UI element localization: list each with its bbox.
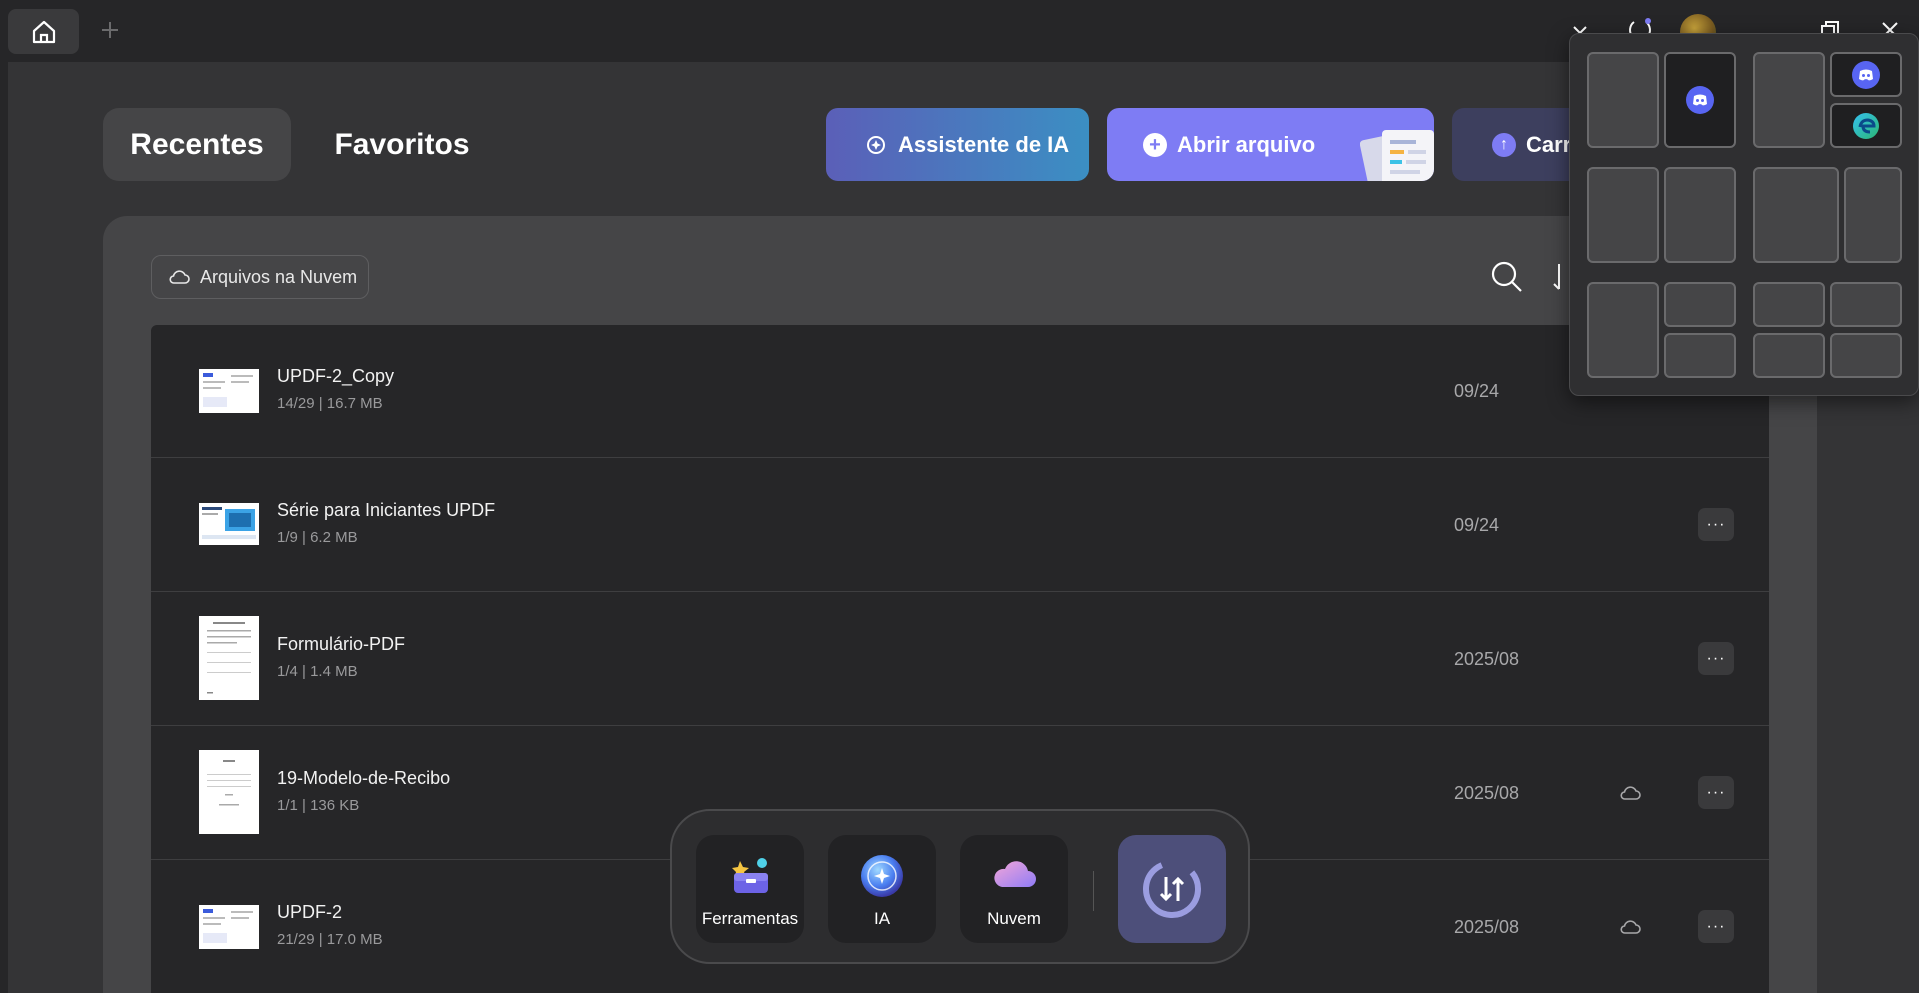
file-date: 09/24: [1454, 515, 1500, 535]
plus-icon: [102, 22, 118, 38]
file-name: UPDF-2_Copy: [277, 366, 395, 386]
file-meta: 1/4 | 1.4 MB: [277, 663, 358, 680]
cloud-icon: [994, 861, 1036, 887]
open-file-label: Abrir arquivo: [1177, 131, 1316, 157]
dock-cloud-button[interactable]: Nuvem: [960, 835, 1068, 943]
file-thumbnail: [199, 616, 259, 700]
file-thumbnail: [199, 503, 259, 545]
file-name: Série para Iniciantes UPDF: [277, 500, 496, 520]
snap-zone[interactable]: [1753, 167, 1839, 263]
edge-icon: [1853, 112, 1879, 139]
file-meta: 1/9 | 6.2 MB: [277, 529, 358, 546]
cloud-files-label: Arquivos na Nuvem: [200, 266, 358, 287]
more-options-button[interactable]: ···: [1698, 910, 1734, 943]
file-row[interactable]: Série para Iniciantes UPDF 1/9 | 6.2 MB …: [151, 459, 1769, 592]
file-meta: 14/29 | 16.7 MB: [277, 395, 383, 412]
dock-convert-button[interactable]: [1118, 835, 1226, 943]
documents-illustration: [1360, 130, 1434, 181]
more-options-button[interactable]: ···: [1698, 508, 1734, 541]
snap-layout-flyout: [1569, 33, 1919, 396]
file-date: 2025/08: [1454, 783, 1520, 803]
snap-zone[interactable]: [1830, 282, 1902, 327]
cloud-files-filter[interactable]: Arquivos na Nuvem: [151, 255, 369, 299]
search-button[interactable]: [1490, 260, 1524, 299]
dock-tools-label: Ferramentas: [701, 909, 799, 928]
snap-zone[interactable]: [1753, 282, 1825, 327]
dock-ai-label: IA: [873, 909, 891, 928]
file-row[interactable]: UPDF-2_Copy 14/29 | 16.7 MB 09/24: [151, 325, 1769, 458]
file-name: Formulário-PDF: [277, 634, 406, 654]
dock-divider: [1093, 871, 1094, 911]
ai-assistant-button[interactable]: Assistente de IA: [826, 108, 1089, 181]
more-options-button[interactable]: ···: [1698, 642, 1734, 675]
snap-zone[interactable]: [1830, 103, 1902, 148]
snap-zone[interactable]: [1664, 282, 1736, 327]
bottom-dock: Ferramentas IA Nuvem: [670, 809, 1250, 964]
upload-label: Carr: [1526, 131, 1572, 157]
dock-tools-button[interactable]: Ferramentas: [696, 835, 804, 943]
open-file-button[interactable]: + Abrir arquivo: [1107, 108, 1434, 181]
snap-zone[interactable]: [1830, 52, 1902, 97]
home-icon: [32, 20, 55, 43]
file-row[interactable]: Formulário-PDF 1/4 | 1.4 MB 2025/08 ···: [151, 593, 1769, 726]
file-thumbnail: [199, 369, 259, 413]
snap-zone[interactable]: [1664, 52, 1736, 148]
tab-favorites[interactable]: Favoritos: [312, 108, 492, 181]
file-date: 09/24: [1454, 381, 1500, 401]
file-date: 2025/08: [1454, 649, 1520, 669]
snap-zone[interactable]: [1830, 333, 1902, 378]
snap-zone[interactable]: [1664, 167, 1736, 263]
discord-icon: [1686, 86, 1714, 114]
upload-arrow-icon: ↑: [1492, 132, 1516, 157]
dock-ai-button[interactable]: IA: [828, 835, 936, 943]
sort-icon: [1553, 264, 1560, 290]
ai-orb-icon: [861, 855, 903, 897]
file-thumbnail: [199, 905, 259, 949]
search-icon: [1491, 261, 1522, 292]
cloud-synced-icon: [1619, 784, 1641, 807]
snap-zone[interactable]: [1844, 167, 1902, 263]
home-tab[interactable]: [8, 9, 79, 54]
snap-zone[interactable]: [1753, 333, 1825, 378]
snap-zone[interactable]: [1587, 282, 1659, 378]
file-thumbnail: [199, 750, 259, 834]
file-meta: 21/29 | 17.0 MB: [277, 931, 383, 948]
dock-cloud-label: Nuvem: [987, 909, 1041, 928]
snap-zone[interactable]: [1587, 167, 1659, 263]
file-meta: 1/1 | 136 KB: [277, 797, 360, 814]
cloud-icon: [169, 270, 190, 284]
sort-button[interactable]: [1552, 262, 1566, 297]
file-name: 19-Modelo-de-Recibo: [277, 768, 451, 788]
toolbox-icon: [732, 858, 768, 893]
new-tab-button[interactable]: [96, 16, 124, 44]
snap-zone[interactable]: [1587, 52, 1659, 148]
ai-icon: [867, 135, 885, 154]
tab-recent[interactable]: Recentes: [103, 108, 291, 181]
file-name: UPDF-2: [277, 902, 343, 922]
more-options-button[interactable]: ···: [1698, 776, 1734, 809]
cloud-synced-icon: [1619, 918, 1641, 941]
plus-circle-icon: +: [1143, 132, 1167, 157]
ai-assistant-label: Assistente de IA: [898, 131, 1070, 157]
snap-zone[interactable]: [1664, 333, 1736, 378]
snap-zone[interactable]: [1753, 52, 1825, 148]
convert-sync-icon: [1143, 860, 1201, 918]
file-date: 2025/08: [1454, 917, 1520, 937]
discord-icon: [1852, 60, 1880, 89]
